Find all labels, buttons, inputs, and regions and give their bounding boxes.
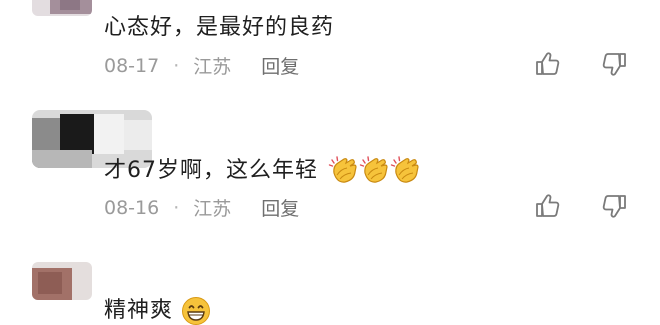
separator-dot: ·: [173, 54, 180, 77]
thumbs-down-icon[interactable]: [601, 50, 629, 78]
clapping-hands-icon: [328, 156, 357, 183]
avatar[interactable]: [32, 0, 92, 16]
reply-button[interactable]: 回复: [261, 52, 299, 79]
comment-location: 江苏: [193, 198, 232, 220]
clapping-hands-emojis: [326, 156, 422, 183]
comment-text: 心态好，是最好的良药: [104, 15, 335, 40]
comment-item: 才67岁啊，这么年轻 08-16 · 江苏 回复: [0, 100, 660, 240]
comment-item: 精神爽: [0, 240, 660, 325]
avatar-image: [32, 0, 92, 16]
reply-button[interactable]: 回复: [261, 194, 299, 221]
comment-date: 08-16: [104, 196, 160, 219]
comment-text: 才67岁啊，这么年轻: [104, 152, 422, 187]
comment-text-content: 精神爽: [104, 298, 174, 323]
thumbs-down-icon[interactable]: [601, 192, 629, 220]
avatar-image: [32, 262, 92, 300]
grinning-face-emoji: [182, 297, 211, 325]
comment-date: 08-17: [104, 54, 160, 77]
thumbs-up-icon[interactable]: [533, 192, 561, 220]
comment-text-content: 才67岁啊，这么年轻: [104, 158, 318, 183]
comment-location: 江苏: [193, 56, 232, 78]
comment-meta: 08-16 · 江苏 回复: [104, 194, 299, 221]
comment-item: 心态好，是最好的良药 08-17 · 江苏 回复: [0, 0, 660, 100]
comment-text: 精神爽: [104, 292, 211, 325]
thumbs-up-icon[interactable]: [533, 50, 561, 78]
avatar[interactable]: [32, 262, 92, 300]
clapping-hands-icon: [359, 156, 388, 183]
comment-meta: 08-17 · 江苏 回复: [104, 52, 299, 79]
separator-dot: ·: [173, 196, 180, 219]
clapping-hands-icon: [390, 156, 419, 183]
